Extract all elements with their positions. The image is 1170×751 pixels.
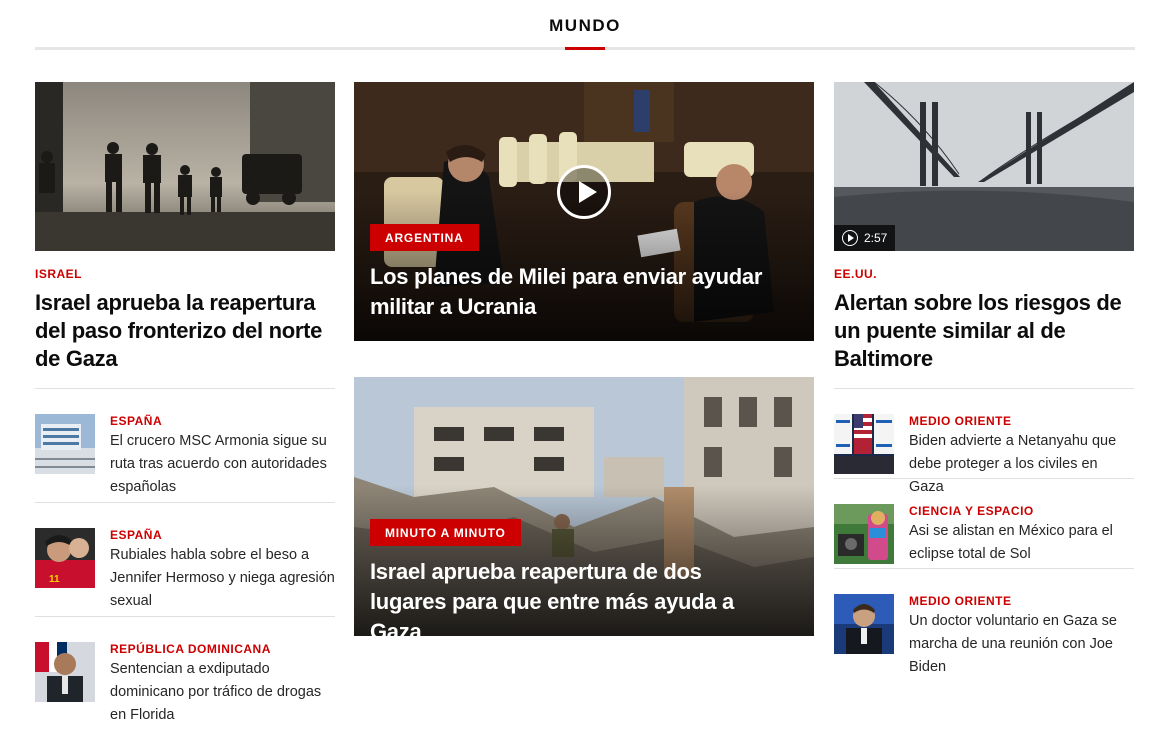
card-label[interactable]: ARGENTINA	[370, 224, 479, 251]
list-item-kicker[interactable]: ESPAÑA	[110, 528, 335, 542]
lead-headline[interactable]: Israel aprueba la reapertura del paso fr…	[35, 289, 335, 373]
thumbnail-doctor[interactable]	[834, 594, 894, 654]
lead-headline[interactable]: Alertan sobre los riesgos de un puente s…	[834, 289, 1134, 373]
list-item-kicker[interactable]: CIENCIA Y ESPACIO	[909, 504, 1134, 518]
lead-kicker[interactable]: ISRAEL	[35, 267, 335, 281]
list-item-headline[interactable]: Un doctor voluntario en Gaza se marcha d…	[909, 610, 1134, 679]
list-item-headline[interactable]: Asi se alistan en México para el eclipse…	[909, 520, 1134, 566]
middle-column: ARGENTINA Los planes de Milei para envia…	[354, 82, 814, 636]
right-story-list: MEDIO ORIENTE Biden advierte a Netanyahu…	[834, 389, 1134, 675]
thumbnail-eclipse[interactable]	[834, 504, 894, 564]
feature-card-gaza[interactable]: MINUTO A MINUTO Israel aprueba reapertur…	[354, 377, 814, 636]
list-item[interactable]: CIENCIA Y ESPACIO Asi se alistan en Méxi…	[834, 479, 1134, 569]
list-item-text: ESPAÑA Rubiales habla sobre el beso a Je…	[110, 528, 335, 613]
list-item-kicker[interactable]: ESPAÑA	[110, 414, 335, 428]
list-item-kicker[interactable]: MEDIO ORIENTE	[909, 414, 1134, 428]
section-title[interactable]: MUNDO	[35, 16, 1135, 36]
thumbnail-rubiales[interactable]: 11	[35, 528, 95, 588]
left-story-list: ESPAÑA El crucero MSC Armonia sigue su r…	[35, 389, 335, 731]
list-item-headline[interactable]: El crucero MSC Armonia sigue su ruta tra…	[110, 430, 335, 499]
list-item[interactable]: REPÚBLICA DOMINICANA Sentencian a exdipu…	[35, 617, 335, 731]
right-column: 2:57 EE.UU. Alertan sobre los riesgos de…	[834, 82, 1134, 675]
list-item-headline[interactable]: Sentencian a exdiputado dominicano por t…	[110, 658, 335, 727]
list-item[interactable]: 11 ESPAÑA Rubiales habla sobre el beso a…	[35, 503, 335, 617]
list-item-kicker[interactable]: REPÚBLICA DOMINICANA	[110, 642, 335, 656]
section-header: MUNDO	[35, 0, 1135, 52]
video-duration-badge[interactable]: 2:57	[834, 225, 896, 251]
thumbnail-biden-flags[interactable]	[834, 414, 894, 474]
list-item[interactable]: MEDIO ORIENTE Biden advierte a Netanyahu…	[834, 389, 1134, 495]
lead-kicker[interactable]: EE.UU.	[834, 267, 1134, 281]
thumbnail-exdiputado[interactable]	[35, 642, 95, 702]
lead-image-bridge[interactable]: 2:57	[834, 82, 1134, 251]
list-item[interactable]: MEDIO ORIENTE Un doctor voluntario en Ga…	[834, 569, 1134, 675]
card-label[interactable]: MINUTO A MINUTO	[370, 519, 521, 546]
list-item-headline[interactable]: Rubiales habla sobre el beso a Jennifer …	[110, 544, 335, 613]
svg-text:11: 11	[49, 574, 60, 585]
list-item-text: CIENCIA Y ESPACIO Asi se alistan en Méxi…	[909, 504, 1134, 566]
section-accent-bar	[565, 47, 605, 50]
list-item-kicker[interactable]: MEDIO ORIENTE	[909, 594, 1134, 608]
list-item-text: REPÚBLICA DOMINICANA Sentencian a exdipu…	[110, 642, 335, 727]
list-item-text: MEDIO ORIENTE Un doctor voluntario en Ga…	[909, 594, 1134, 679]
card-headline[interactable]: Israel aprueba reapertura de dos lugares…	[370, 557, 774, 636]
play-icon[interactable]	[557, 165, 611, 219]
left-column: ISRAEL Israel aprueba la reapertura del …	[35, 82, 335, 731]
lead-image-soldiers[interactable]	[35, 82, 335, 251]
play-circle-icon	[842, 230, 858, 246]
thumbnail-cruise[interactable]	[35, 414, 95, 474]
feature-card-milei[interactable]: ARGENTINA Los planes de Milei para envia…	[354, 82, 814, 341]
card-headline[interactable]: Los planes de Milei para enviar ayudar m…	[370, 262, 774, 322]
list-item[interactable]: ESPAÑA El crucero MSC Armonia sigue su r…	[35, 389, 335, 503]
video-duration: 2:57	[864, 231, 888, 245]
list-item-text: ESPAÑA El crucero MSC Armonia sigue su r…	[110, 414, 335, 499]
